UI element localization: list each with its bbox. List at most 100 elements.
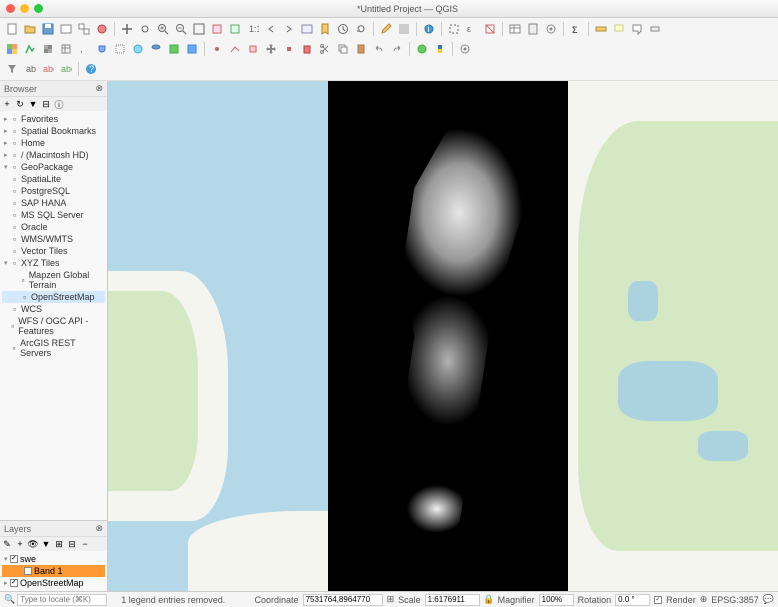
cut-button[interactable] [317,41,333,57]
add-virtual-button[interactable] [112,41,128,57]
browser-item-xyz-tiles[interactable]: ▾▫XYZ Tiles [2,257,105,269]
new-print-layout-button[interactable] [58,21,74,37]
browser-tree[interactable]: ▸▫Favorites▸▫Spatial Bookmarks▸▫Home▸▫/ … [0,111,107,520]
zoom-in-button[interactable] [155,21,171,37]
browser-item-wfs-ogc-api-features[interactable]: ▫WFS / OGC API - Features [2,315,105,337]
browser-item--macintosh-hd-[interactable]: ▸▫/ (Macintosh HD) [2,149,105,161]
field-calculator-button[interactable] [525,21,541,37]
new-bookmark-button[interactable] [317,21,333,37]
zoom-last-button[interactable] [263,21,279,37]
temporal-controller-button[interactable] [335,21,351,37]
move-feature-button[interactable] [263,41,279,57]
attribute-table-button[interactable] [507,21,523,37]
style-manager-button[interactable] [94,21,110,37]
filter-browser-icon[interactable]: ▼ [27,98,39,110]
browser-item-wcs[interactable]: ▫WCS [2,303,105,315]
digitize-polygon-button[interactable] [245,41,261,57]
help-button[interactable]: ? [83,61,99,77]
browser-item-postgresql[interactable]: ▫PostgreSQL [2,185,105,197]
layers-list[interactable]: ▾sweBand 1▸OpenStreetMap [0,551,107,591]
browser-item-geopackage[interactable]: ▾▫GeoPackage [2,161,105,173]
browser-item-ms-sql-server[interactable]: ▫MS SQL Server [2,209,105,221]
label-style-button[interactable]: abc [40,61,56,77]
measure-button[interactable] [593,21,609,37]
expand-icon[interactable]: ▸ [4,115,8,123]
data-source-manager-button[interactable] [4,41,20,57]
select-by-value-button[interactable]: ε [464,21,480,37]
digitize-point-button[interactable] [209,41,225,57]
zoom-selection-button[interactable] [209,21,225,37]
collapse-all-icon[interactable]: ⊟ [40,98,52,110]
layer-visibility-checkbox[interactable] [10,579,18,587]
zoom-native-button[interactable]: 1:1 [245,21,261,37]
undo-button[interactable] [371,41,387,57]
select-button[interactable] [446,21,462,37]
add-delimited-button[interactable]: , [76,41,92,57]
expand-icon[interactable]: ▾ [4,163,8,171]
expand-icon[interactable]: ▾ [4,259,8,267]
browser-item-spatialite[interactable]: ▫SpatiaLite [2,173,105,185]
expand-icon[interactable]: ▸ [4,127,8,135]
delete-selected-button[interactable] [299,41,315,57]
label-button[interactable]: abc [22,61,38,77]
save-edits-button[interactable] [396,21,412,37]
python-button[interactable] [432,41,448,57]
new-shapefile-button[interactable] [166,41,182,57]
browser-item-openstreetmap[interactable]: ▫OpenStreetMap [2,291,105,303]
minimize-window-button[interactable] [20,4,29,13]
new-map-view-button[interactable] [299,21,315,37]
redo-button[interactable] [389,41,405,57]
browser-item-favorites[interactable]: ▸▫Favorites [2,113,105,125]
plugin-button[interactable] [414,41,430,57]
filter-button[interactable] [4,61,20,77]
refresh-button[interactable] [353,21,369,37]
zoom-next-button[interactable] [281,21,297,37]
new-geopackage-button[interactable] [184,41,200,57]
toolbox-button[interactable] [543,21,559,37]
expand-icon[interactable]: ▸ [4,579,8,587]
browser-panel-close-icon[interactable]: ⊗ [95,83,103,94]
digitize-line-button[interactable] [227,41,243,57]
layers-panel-close-icon[interactable]: ⊗ [95,523,103,534]
zoom-window-button[interactable] [34,4,43,13]
layer-style-icon[interactable]: ✎ [1,538,13,550]
identify-button[interactable]: i [421,21,437,37]
zoom-layer-button[interactable] [227,21,243,37]
layer-expand-icon[interactable]: ⊞ [53,538,65,550]
options-button[interactable] [457,41,473,57]
layer-item-swe[interactable]: ▾swe [2,553,105,565]
add-raster-button[interactable] [40,41,56,57]
browser-item-sap-hana[interactable]: ▫SAP HANA [2,197,105,209]
zoom-out-button[interactable] [173,21,189,37]
add-layer-icon[interactable]: + [1,98,13,110]
layer-add-group-icon[interactable]: + [14,538,26,550]
add-wms-button[interactable] [130,41,146,57]
copy-button[interactable] [335,41,351,57]
properties-icon[interactable]: ⓘ [53,98,65,110]
zoom-full-button[interactable] [191,21,207,37]
layer-visibility-icon[interactable]: 👁 [27,538,39,550]
statistics-button[interactable]: Σ [568,21,584,37]
vertex-tool-button[interactable] [281,41,297,57]
layer-remove-icon[interactable]: − [79,538,91,550]
pan-to-selection-button[interactable] [137,21,153,37]
label-move-button[interactable]: abc [58,61,74,77]
expand-icon[interactable]: ▸ [4,151,8,159]
browser-item-wms-wmts[interactable]: ▫WMS/WMTS [2,233,105,245]
layer-item-band-1[interactable]: Band 1 [2,565,105,577]
annotation-button[interactable] [629,21,645,37]
map-canvas[interactable] [108,81,778,591]
add-vector-button[interactable] [22,41,38,57]
open-project-button[interactable] [22,21,38,37]
deselect-button[interactable] [482,21,498,37]
browser-item-mapzen-global-terrain[interactable]: ▫Mapzen Global Terrain [2,269,105,291]
browser-item-arcgis-rest-servers[interactable]: ▫ArcGIS REST Servers [2,337,105,359]
layer-collapse-icon[interactable]: ⊟ [66,538,78,550]
map-tips-button[interactable] [611,21,627,37]
layout-manager-button[interactable] [76,21,92,37]
layer-item-openstreetmap[interactable]: ▸OpenStreetMap [2,577,105,589]
paste-button[interactable] [353,41,369,57]
browser-item-home[interactable]: ▸▫Home [2,137,105,149]
layer-visibility-checkbox[interactable] [24,567,32,575]
no-action-label-button[interactable] [647,21,663,37]
